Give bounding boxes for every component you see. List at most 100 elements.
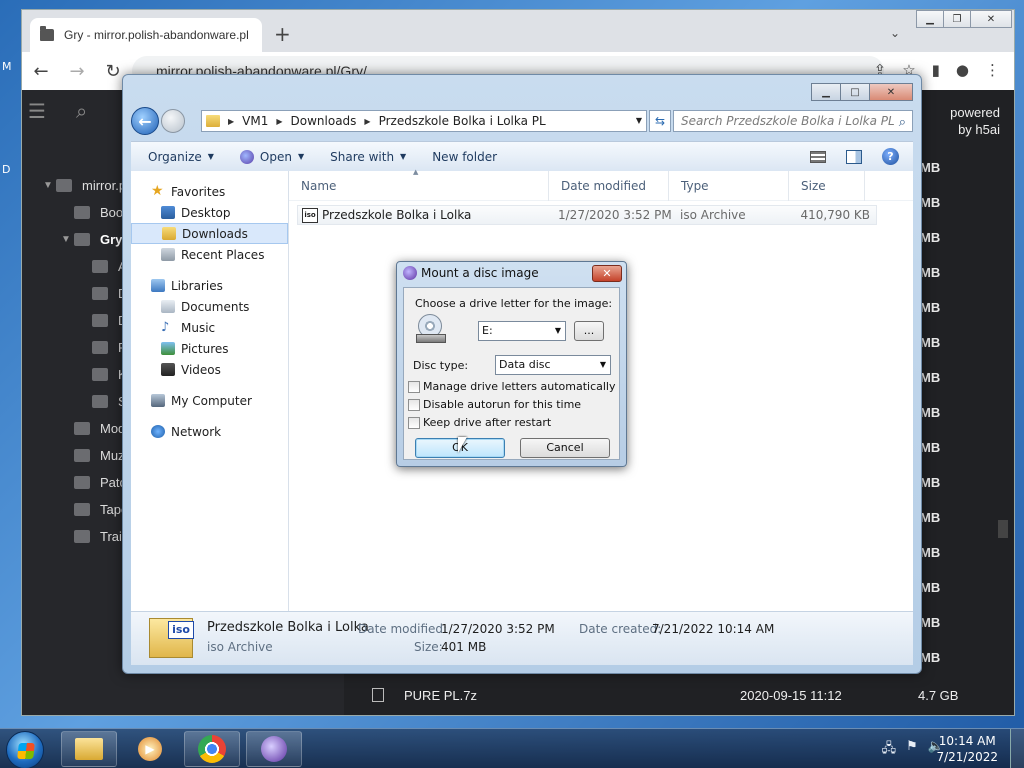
search-placeholder: Search Przedszkole Bolka i Lolka PL	[681, 114, 895, 128]
menu-icon[interactable]: ⋮	[985, 61, 1000, 79]
hamburger-icon[interactable]: ☰	[28, 99, 46, 123]
nav-documents[interactable]: Documents	[131, 296, 288, 317]
size-unit: MB	[920, 195, 941, 210]
open-button[interactable]: Open ▼	[239, 149, 304, 164]
close-button[interactable]: ✕	[592, 265, 622, 282]
breadcrumb-separator-icon[interactable]: ▶	[228, 117, 234, 126]
manage-drive-letters-checkbox[interactable]: Manage drive letters automatically	[408, 380, 615, 393]
nav-my-computer[interactable]: My Computer	[131, 390, 288, 411]
preview-pane-icon[interactable]	[846, 149, 862, 164]
organize-label: Organize	[148, 149, 202, 164]
folder-icon	[56, 179, 72, 192]
help-icon[interactable]: ?	[882, 148, 899, 165]
disc-type-value: Data disc	[499, 358, 551, 371]
start-button[interactable]	[6, 731, 44, 768]
search-icon[interactable]: ⌕	[76, 99, 87, 123]
tree-item-label: Boo	[100, 205, 124, 220]
new-tab-button[interactable]: +	[274, 24, 291, 44]
cancel-button[interactable]: Cancel	[520, 438, 610, 458]
share-with-button[interactable]: Share with ▼	[330, 150, 406, 164]
breadcrumb-item[interactable]: Downloads	[291, 114, 357, 128]
address-breadcrumb[interactable]: ▶ VM1 ▶ Downloads ▶ Przedszkole Bolka i …	[201, 110, 647, 132]
reload-icon[interactable]: ↻	[102, 61, 124, 82]
nav-label: Network	[171, 424, 222, 439]
nav-libraries[interactable]: Libraries	[131, 275, 288, 296]
drive-letter-select[interactable]: E: ▼	[478, 321, 566, 341]
new-folder-button[interactable]: New folder	[432, 150, 497, 164]
column-label: Name	[301, 178, 337, 193]
pictures-icon	[161, 342, 175, 355]
nav-desktop[interactable]: Desktop	[131, 202, 288, 223]
computer-icon	[151, 394, 165, 407]
checkbox-box[interactable]	[408, 416, 420, 429]
column-date-modified[interactable]: Date modified	[549, 170, 669, 201]
close-button[interactable]: ✕	[970, 10, 1012, 28]
search-icon[interactable]: ⌕	[899, 113, 906, 133]
breadcrumb-item[interactable]: VM1	[242, 114, 268, 128]
minimize-button[interactable]: ▁	[811, 83, 841, 101]
folder-icon	[74, 530, 90, 543]
table-row[interactable]: iso Przedszkole Bolka i Lolka 1/27/2020 …	[297, 205, 877, 225]
back-arrow-icon[interactable]: ←	[30, 61, 52, 82]
details-date-created-label: Date created:	[579, 622, 662, 636]
taskbar-media-player[interactable]: ▶	[122, 731, 178, 767]
chevron-down-icon[interactable]: ▼	[40, 180, 56, 191]
column-type[interactable]: Type	[669, 170, 789, 201]
size-unit: MB	[920, 160, 941, 175]
forward-button[interactable]	[161, 109, 185, 133]
nav-favorites[interactable]: ★ Favorites	[131, 181, 288, 202]
command-bar: Organize ▼ Open ▼ Share with ▼ New folder ?	[131, 141, 913, 171]
forward-arrow-icon[interactable]: →	[66, 61, 88, 82]
system-tray: 🖧 ⚑ 🔈	[882, 739, 944, 761]
chevron-down-icon[interactable]: ▼	[58, 234, 74, 245]
side-panel-icon[interactable]: ▮	[932, 61, 940, 79]
taskbar-explorer[interactable]	[61, 731, 117, 767]
folder-icon	[74, 476, 90, 489]
refresh-button[interactable]: ⇆	[649, 110, 671, 132]
share-label: Share with	[330, 149, 395, 164]
minimize-button[interactable]: ▁	[916, 10, 944, 28]
back-button[interactable]: ←	[131, 107, 159, 135]
nav-pictures[interactable]: Pictures	[131, 338, 288, 359]
nav-recent-places[interactable]: Recent Places	[131, 244, 288, 265]
folder-icon	[74, 206, 90, 219]
taskbar-daemon-tools[interactable]	[246, 731, 302, 767]
powered-by[interactable]: powered by h5ai	[950, 104, 1000, 138]
size-unit: MB	[920, 370, 941, 385]
browse-button[interactable]: ...	[574, 321, 604, 341]
table-row[interactable]: PURE PL.7z 2020-09-15 11:12 4.7 GB	[344, 680, 994, 710]
nav-label: Desktop	[181, 205, 231, 220]
nav-videos[interactable]: Videos	[131, 359, 288, 380]
nav-downloads[interactable]: Downloads	[131, 223, 288, 244]
search-input[interactable]: Search Przedszkole Bolka i Lolka PL ⌕	[673, 110, 913, 132]
network-tray-icon[interactable]: 🖧	[882, 739, 897, 761]
nav-label: Libraries	[171, 278, 223, 293]
breadcrumb-separator-icon[interactable]: ▶	[364, 117, 370, 126]
show-desktop-button[interactable]	[1010, 729, 1024, 768]
column-size[interactable]: Size	[789, 170, 865, 201]
view-options-icon[interactable]	[810, 150, 826, 163]
nav-network[interactable]: Network	[131, 421, 288, 442]
maximize-button[interactable]: □	[840, 83, 870, 101]
details-size: 401 MB	[441, 640, 487, 654]
browser-tab[interactable]: Gry - mirror.polish-abandonware.pl	[30, 18, 262, 52]
breadcrumb-separator-icon[interactable]: ▶	[276, 117, 282, 126]
breadcrumb-item[interactable]: Przedszkole Bolka i Lolka PL	[379, 114, 546, 128]
clock[interactable]: 10:14 AM 7/21/2022	[936, 733, 998, 765]
close-button[interactable]: ✕	[869, 83, 913, 101]
taskbar-chrome[interactable]	[184, 731, 240, 767]
disable-autorun-checkbox[interactable]: Disable autorun for this time	[408, 398, 581, 411]
organize-button[interactable]: Organize ▼	[148, 150, 214, 164]
keep-drive-checkbox[interactable]: Keep drive after restart	[408, 416, 551, 429]
nav-music[interactable]: ♪ Music	[131, 317, 288, 338]
action-center-icon[interactable]: ⚑	[906, 739, 918, 761]
restore-button[interactable]: ❐	[943, 10, 971, 28]
chevron-down-icon[interactable]: ▼	[636, 116, 642, 125]
column-name[interactable]: Name ▲	[289, 168, 549, 201]
profile-icon[interactable]: ●	[956, 61, 969, 79]
scrollbar-thumb[interactable]	[998, 520, 1008, 538]
checkbox-box[interactable]	[408, 398, 420, 411]
chevron-down-icon[interactable]: ⌄	[890, 26, 900, 40]
checkbox-box[interactable]	[408, 380, 420, 393]
disc-type-select[interactable]: Data disc ▼	[495, 355, 611, 375]
